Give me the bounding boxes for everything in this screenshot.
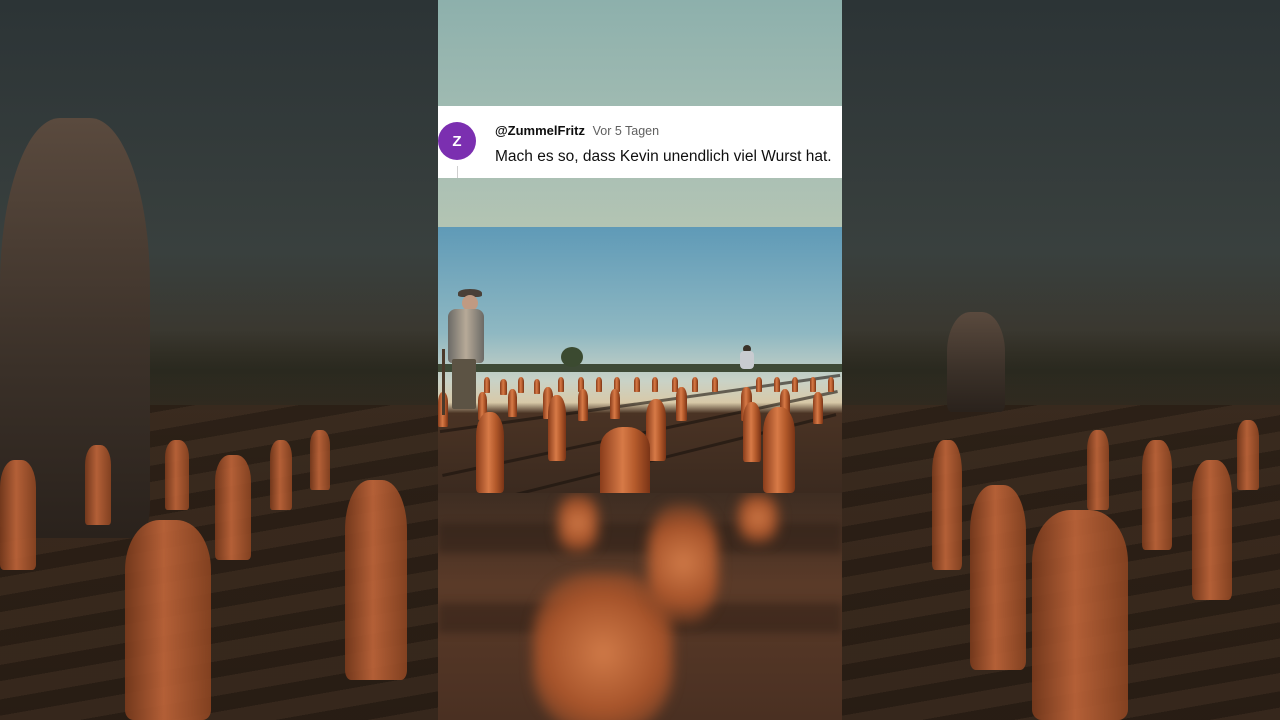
sausage: [0, 460, 36, 570]
sausage: [534, 379, 540, 394]
sausage: [610, 389, 620, 419]
sausage: [518, 377, 524, 393]
horizon-haze: [842, 330, 1280, 410]
sausage: [215, 455, 251, 560]
sausage: [1237, 420, 1259, 490]
sausage: [634, 377, 640, 392]
farmer-figure: [947, 312, 1005, 412]
sausage: [548, 395, 566, 461]
sausage: [596, 377, 602, 392]
tree: [561, 347, 583, 367]
sausage: [756, 377, 762, 392]
sausage: [500, 379, 507, 395]
sausage: [1032, 510, 1128, 720]
avatar[interactable]: Z: [438, 122, 476, 160]
sausage: [648, 503, 718, 623]
sausage: [970, 485, 1026, 670]
sausage: [578, 389, 588, 421]
comment-card[interactable]: Z @ZummelFritz Vor 5 Tagen Mach es so, d…: [438, 106, 842, 178]
farmer-body: [448, 309, 484, 363]
comment-timestamp: Vor 5 Tagen: [592, 124, 660, 138]
sausage: [558, 493, 598, 553]
sausage: [828, 377, 834, 392]
horizon-line: [438, 364, 842, 372]
sausage: [692, 377, 698, 392]
sausage: [813, 392, 823, 424]
blur-stripe: [438, 523, 842, 553]
sausage: [165, 440, 189, 510]
sausage: [270, 440, 292, 510]
sausage: [508, 389, 517, 417]
blurred-foreground: [438, 493, 842, 720]
thread-line: [457, 166, 458, 178]
sausage: [310, 430, 330, 490]
sausage: [932, 440, 962, 570]
sausage: [125, 520, 211, 720]
comment-meta: @ZummelFritz Vor 5 Tagen: [495, 123, 659, 138]
sausage: [1142, 440, 1172, 550]
sausage: [1192, 460, 1232, 600]
sausage: [738, 493, 778, 543]
walking-stick: [442, 349, 445, 415]
farmer-figure: [438, 289, 486, 419]
sausage: [774, 377, 780, 392]
background-blur-left: [0, 0, 438, 720]
sausage: [476, 412, 504, 493]
comment-text: Mach es so, dass Kevin unendlich viel Wu…: [495, 148, 832, 165]
comment-username[interactable]: @ZummelFritz: [495, 123, 585, 138]
sausage: [600, 427, 650, 493]
sausage: [763, 407, 795, 493]
sausage: [712, 377, 718, 392]
sausage: [792, 377, 798, 392]
sausage-field-scene: [438, 227, 842, 493]
sausage: [85, 445, 111, 525]
distant-farmer-figure: [738, 345, 756, 377]
farmer-body: [740, 351, 754, 369]
sausage: [1087, 430, 1109, 510]
background-blur-right: [842, 0, 1280, 720]
sausage: [810, 377, 816, 392]
sausage: [558, 377, 564, 392]
farmer-legs: [452, 359, 476, 409]
sausage: [652, 377, 658, 392]
sausage: [743, 402, 761, 462]
sausage: [676, 387, 687, 421]
sausage: [345, 480, 407, 680]
